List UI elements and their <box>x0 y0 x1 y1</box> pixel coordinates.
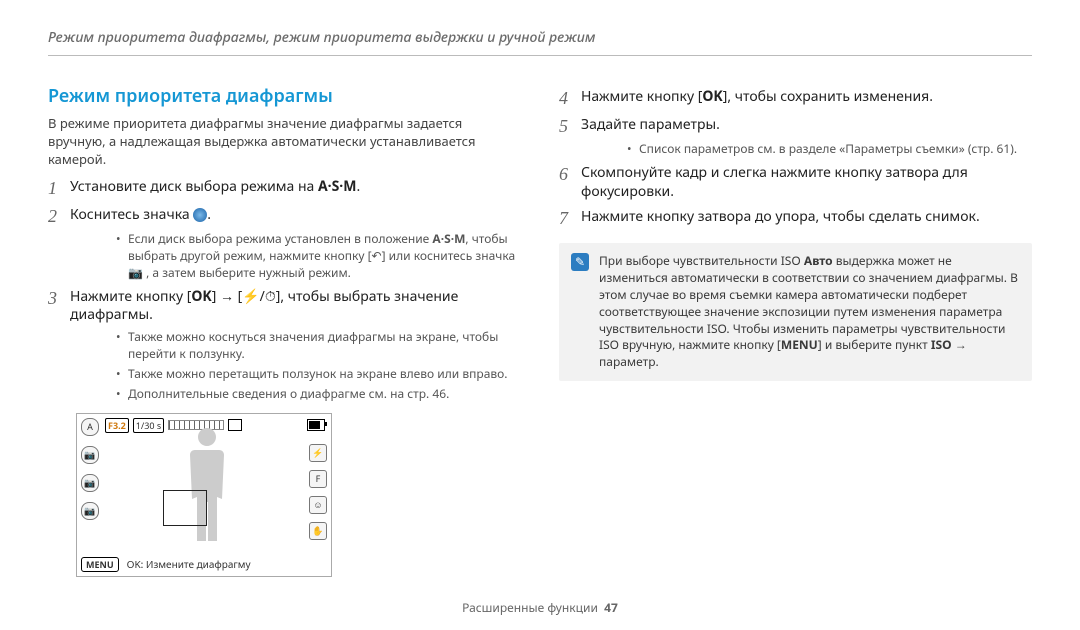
step-2: 2 Коснитесь значка . <box>48 206 521 228</box>
note-text: При выборе чувствительности ISO Авто выд… <box>599 253 1020 371</box>
iso-label: ISO <box>931 336 952 353</box>
step4-post: ], чтобы сохранить изменения. <box>723 87 933 106</box>
mode-dial-glyph: A·S·M <box>318 177 356 196</box>
flash-icon: ⚡/ <box>242 287 265 306</box>
step4-pre: Нажмите кнопку [ <box>581 87 702 106</box>
section-title: Режим приоритета диафрагмы <box>48 84 521 108</box>
step2-bullet: Если диск выбора режима установлен в пол… <box>116 231 521 281</box>
shutter-value: 1/30 s <box>133 418 164 433</box>
step-5: 5 Задайте параметры. <box>559 116 1032 138</box>
page-footer: Расширенные функции 47 <box>0 599 1080 616</box>
note-box: ✎ При выборе чувствительности ISO Авто в… <box>559 243 1032 381</box>
step-number: 6 <box>559 164 581 202</box>
step1-pre: Установите диск выбора режима на <box>70 177 318 196</box>
note-icon: ✎ <box>571 253 589 271</box>
step-3: 3 Нажмите кнопку [OK] → [⚡/⏱], чтобы выб… <box>48 288 521 326</box>
timer-icon: ⏱ <box>265 287 276 306</box>
right-column: 4 Нажмите кнопку [OK], чтобы сохранить и… <box>559 82 1032 577</box>
battery-icon <box>307 419 325 431</box>
step5-bullets: Список параметров см. в разделе «Парамет… <box>587 141 1032 158</box>
menu-button: MENU <box>81 557 119 572</box>
back-icon: ↶ <box>372 247 382 264</box>
step-4: 4 Нажмите кнопку [OK], чтобы сохранить и… <box>559 88 1032 110</box>
step-number: 1 <box>48 178 70 200</box>
mode-icon <box>193 208 207 222</box>
mode-dial-glyph: A·S·M <box>432 230 465 247</box>
step7-text: Нажмите кнопку затвора до упора, чтобы с… <box>581 208 980 230</box>
person-silhouette <box>177 424 237 544</box>
page-header: Режим приоритета диафрагмы, режим приори… <box>48 28 1032 56</box>
step-number: 7 <box>559 208 581 230</box>
step-1: 1 Установите диск выбора режима на A·S·M… <box>48 178 521 200</box>
step3-arrow: ] → [ <box>212 287 243 306</box>
face-icon: ☺ <box>309 496 327 514</box>
focus-rect <box>163 490 207 526</box>
step6-text: Скомпонуйте кадр и слегка нажмите кнопку… <box>581 164 1032 202</box>
camera-icon: 📷 <box>128 264 143 281</box>
hand-icon: ✋ <box>309 522 327 540</box>
step-number: 2 <box>48 206 70 228</box>
step-7: 7 Нажмите кнопку затвора до упора, чтобы… <box>559 208 1032 230</box>
section-intro: В режиме приоритета диафрагмы значение д… <box>48 114 521 168</box>
step3-pre: Нажмите кнопку [ <box>70 287 191 306</box>
step5-text: Задайте параметры. <box>581 116 720 138</box>
step5-bullet: Список параметров см. в разделе «Парамет… <box>627 141 1032 158</box>
step2-post: . <box>207 205 211 224</box>
step-number: 3 <box>48 288 70 326</box>
camera-icon: 📷 <box>81 474 99 492</box>
step3-bullet: Также можно коснуться значения диафрагмы… <box>116 329 521 363</box>
camera-icon: 📷 <box>81 446 99 464</box>
step2-pre: Коснитесь значка <box>70 205 193 224</box>
step-6: 6 Скомпонуйте кадр и слегка нажмите кноп… <box>559 164 1032 202</box>
step-number: 5 <box>559 116 581 138</box>
step-number: 4 <box>559 88 581 110</box>
ok-glyph: OK <box>702 87 722 106</box>
page-number: 47 <box>604 599 618 616</box>
flash-icon: ⚡ <box>309 444 327 462</box>
ok-glyph: OK <box>191 287 211 306</box>
camera-screenshot: A 📷 📷 📷 F3.2 1/30 s ⚡ F ☺ ✋ <box>76 413 332 577</box>
step1-post: . <box>356 177 360 196</box>
aperture-value: F3.2 <box>105 418 129 433</box>
footer-label: Расширенные функции <box>462 599 598 616</box>
step3-bullets: Также можно коснуться значения диафрагмы… <box>76 329 521 402</box>
quality-icon: F <box>309 470 327 488</box>
step3-bullet: Также можно перетащить ползунок на экран… <box>116 366 521 383</box>
menu-glyph: MENU <box>781 336 818 353</box>
auto-label: Авто <box>804 252 833 269</box>
screenshot-bottom-text: OK: Измените диафрагму <box>127 557 251 571</box>
step3-bullet: Дополнительные сведения о диафрагме см. … <box>116 386 521 403</box>
step2-bullets: Если диск выбора режима установлен в пол… <box>76 231 521 281</box>
left-column: Режим приоритета диафрагмы В режиме прио… <box>48 82 521 577</box>
mode-indicator-icon: A <box>81 418 99 436</box>
camera-icon: 📷 <box>81 502 99 520</box>
